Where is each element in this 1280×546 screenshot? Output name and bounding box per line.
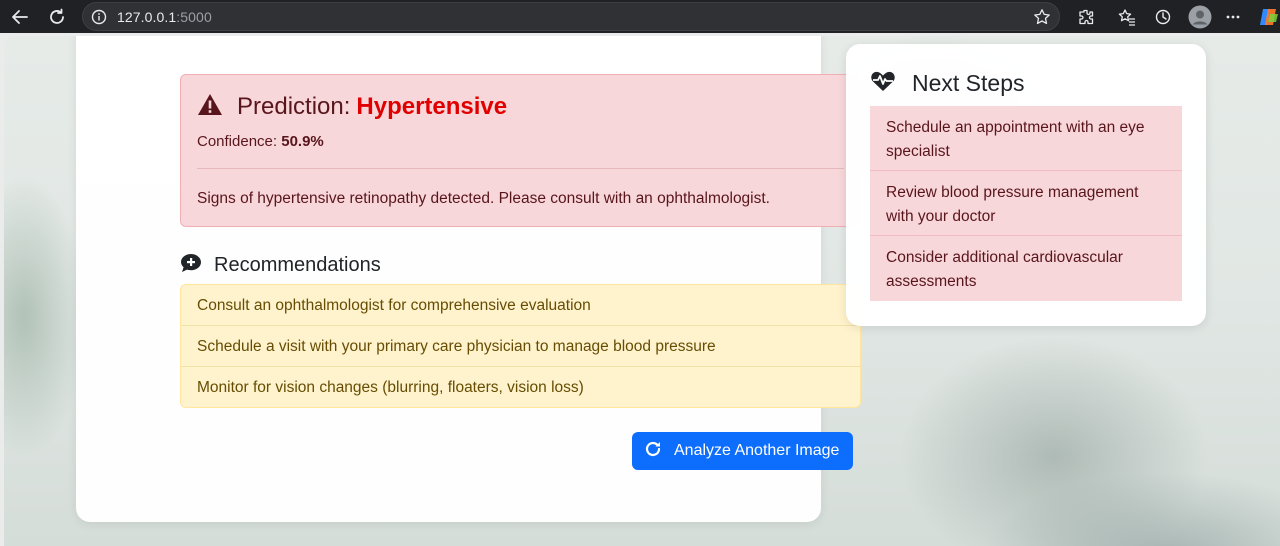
prediction-message: Signs of hypertensive retinopathy detect…	[197, 190, 770, 207]
history-icon[interactable]	[1150, 4, 1176, 30]
extensions-icon[interactable]	[1073, 4, 1099, 30]
alert-divider	[197, 168, 844, 169]
next-step-item: Consider additional cardiovascular asses…	[870, 236, 1182, 301]
recommendation-item: Schedule a visit with your primary care …	[181, 326, 860, 367]
prediction-value: Hypertensive	[356, 93, 508, 120]
star-icon[interactable]	[1033, 8, 1051, 31]
recommendations-list: Consult an ophthalmologist for comprehen…	[180, 284, 861, 408]
profile-avatar-icon[interactable]	[1187, 4, 1213, 30]
prediction-heading: Prediction: Hypertensive	[197, 93, 507, 121]
recommendation-item: Consult an ophthalmologist for comprehen…	[181, 285, 860, 326]
prediction-alert: Prediction: Hypertensive Confidence: 50.…	[180, 74, 861, 227]
analyze-button-label: Analyze Another Image	[674, 442, 840, 459]
recommendation-item: Monitor for vision changes (blurring, fl…	[197, 379, 584, 396]
recommendations-heading: Recommendations	[180, 253, 381, 278]
next-steps-card: Next Steps Schedule an appointment with …	[846, 44, 1206, 326]
redo-icon	[644, 440, 662, 463]
url-port: :5000	[176, 9, 212, 25]
url-host: 127.0.0.1	[117, 9, 177, 25]
analyze-another-image-button[interactable]: Analyze Another Image	[632, 432, 853, 470]
prediction-label: Prediction:	[237, 93, 351, 120]
reload-icon[interactable]	[44, 4, 70, 30]
comment-plus-icon	[180, 253, 202, 278]
url-text: 127.0.0.1:5000	[117, 9, 212, 25]
copilot-icon[interactable]	[1256, 4, 1280, 30]
back-arrow-icon[interactable]	[7, 4, 33, 30]
heartbeat-icon	[870, 70, 896, 97]
next-step-item: Schedule an appointment with an eye spec…	[870, 106, 1182, 171]
info-icon[interactable]	[91, 9, 107, 30]
confidence-label: Confidence:	[197, 133, 278, 150]
next-steps-title: Next Steps	[912, 70, 1025, 96]
next-steps-list: Schedule an appointment with an eye spec…	[870, 106, 1182, 301]
favorites-icon[interactable]	[1114, 4, 1140, 30]
browser-toolbar: 127.0.0.1:5000	[0, 0, 1280, 33]
recommendations-title: Recommendations	[214, 254, 381, 276]
confidence-row: Confidence: 50.9%	[197, 133, 324, 150]
next-steps-heading: Next Steps	[870, 70, 1025, 97]
warning-triangle-icon	[197, 93, 223, 121]
next-step-item: Review blood pressure management with yo…	[870, 171, 1182, 236]
menu-dots-icon[interactable]	[1220, 4, 1246, 30]
results-card: Prediction: Hypertensive Confidence: 50.…	[76, 36, 861, 522]
confidence-value: 50.9%	[281, 133, 324, 150]
address-bar[interactable]: 127.0.0.1:5000	[82, 2, 1060, 31]
page-viewport: Prediction: Hypertensive Confidence: 50.…	[4, 36, 1280, 546]
